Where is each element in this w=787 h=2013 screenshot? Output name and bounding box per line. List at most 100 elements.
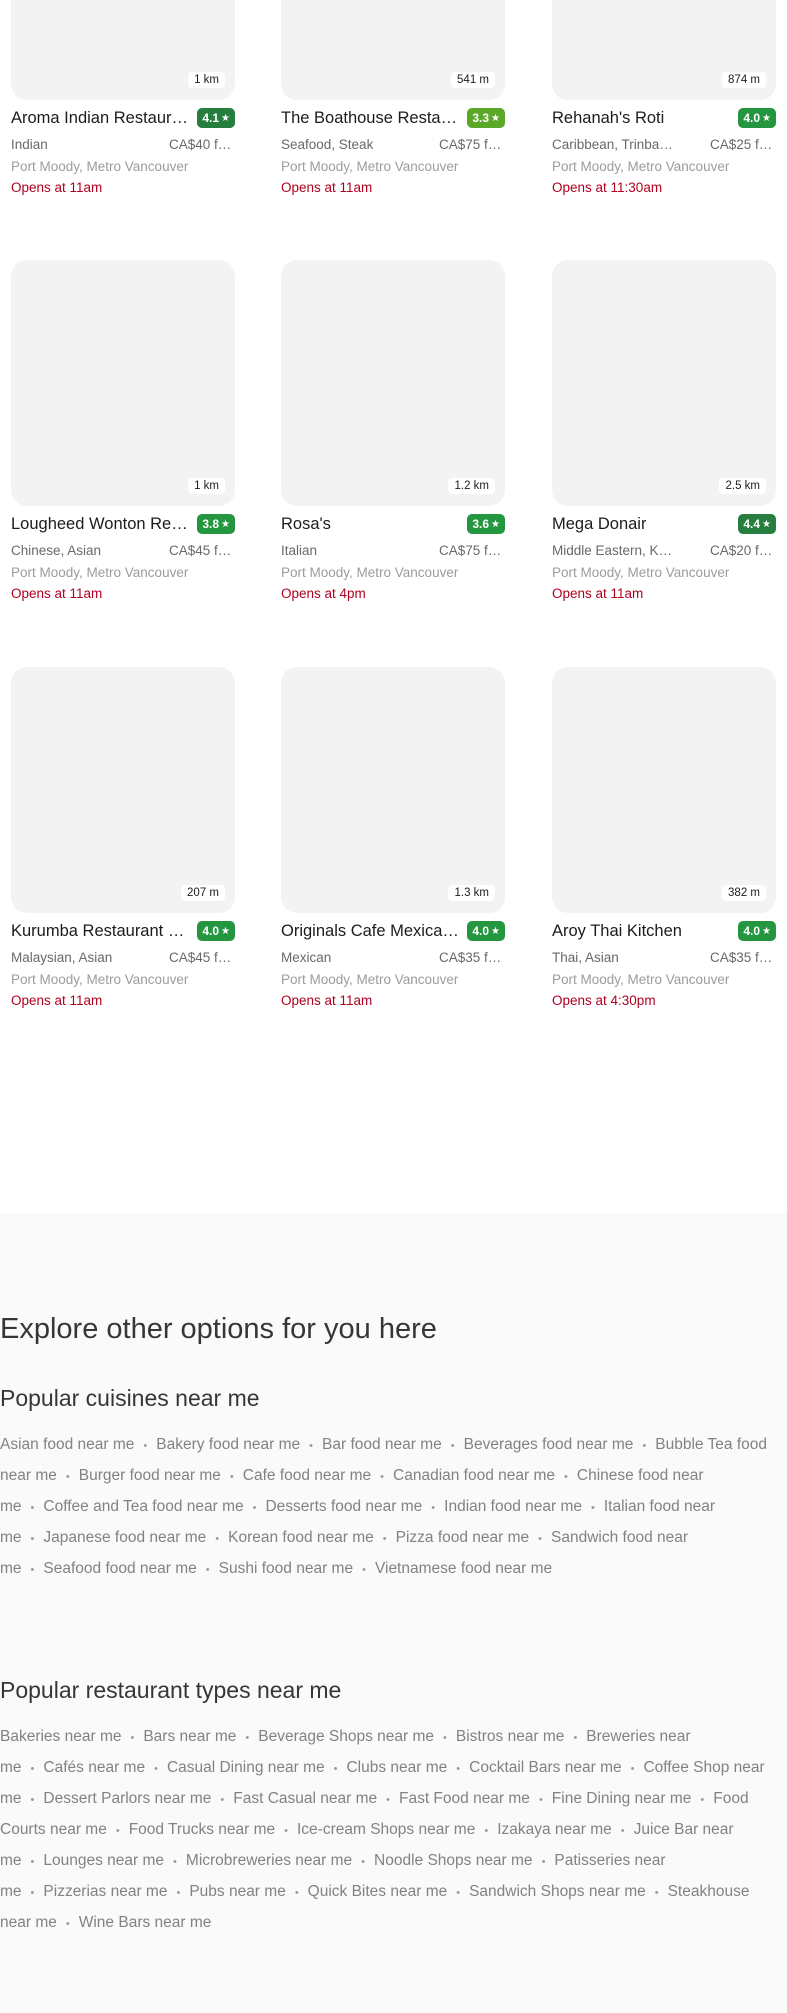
restaurant-type-link[interactable]: Sandwich Shops near me xyxy=(469,1883,646,1900)
restaurant-image[interactable]: 1 km xyxy=(11,0,235,100)
restaurant-type-link[interactable]: Microbreweries near me xyxy=(186,1852,352,1869)
rating-badge: 4.0 ★ xyxy=(738,921,776,941)
cuisine-link[interactable]: Cafe food near me xyxy=(243,1467,371,1484)
opening-time: Opens at 11am xyxy=(281,993,373,1008)
separator-dot: • xyxy=(284,1825,288,1837)
restaurant-name[interactable]: Rehanah's Roti xyxy=(552,109,664,128)
popular-cuisines-links: Asian food near me • Bakery food near me • B… xyxy=(0,1430,770,1585)
restaurant-type-link[interactable]: Pubs near me xyxy=(189,1883,286,1900)
cuisine-link[interactable]: Bakery food near me xyxy=(156,1436,300,1453)
separator-dot: • xyxy=(309,1440,314,1452)
restaurant-type-link[interactable]: Ice-cream Shops near me xyxy=(297,1821,475,1838)
restaurant-card[interactable]: 1 km Lougheed Wonton Restaurant 3.8★ Chines… xyxy=(11,260,235,601)
restaurant-type-link[interactable]: Fast Casual near me xyxy=(233,1790,377,1807)
restaurant-card[interactable]: 1 km Aroma Indian Restaurant 4.1 ★ Indian CA$… xyxy=(11,0,235,195)
restaurant-type-link[interactable]: Pizzerias near me xyxy=(43,1883,167,1900)
location-text: Port Moody, Metro Vancouver xyxy=(11,565,189,580)
cuisine-link[interactable]: Asian food near me xyxy=(0,1436,134,1453)
separator-dot: • xyxy=(538,1533,543,1545)
separator-dot: • xyxy=(252,1502,257,1514)
cuisine-link[interactable]: Canadian food near me xyxy=(393,1467,555,1484)
separator-dot: • xyxy=(362,1564,366,1576)
restaurant-type-link[interactable]: Casual Dining near me xyxy=(167,1759,325,1776)
opening-time: Opens at 11am xyxy=(11,180,103,195)
cuisine-link[interactable]: Seafood food near me xyxy=(43,1560,196,1577)
cuisine-link[interactable]: Burger food near me xyxy=(79,1467,221,1484)
cuisine-text: Chinese, Asian xyxy=(11,543,102,558)
cuisine-link[interactable]: Japanese food near me xyxy=(43,1529,206,1546)
restaurant-type-link[interactable]: Wine Bars near me xyxy=(79,1914,212,1931)
restaurant-image[interactable]: 207 m xyxy=(11,667,235,913)
price-text: CA$20 for two xyxy=(710,543,776,558)
restaurant-type-link[interactable]: Cocktail Bars near me xyxy=(469,1759,621,1776)
restaurant-card[interactable]: 874 m Rehanah's Roti 4.0 ★ Caribbean, Trinba… xyxy=(552,0,776,195)
cuisine-link[interactable]: Pizza food near me xyxy=(396,1529,530,1546)
star-icon: ★ xyxy=(762,518,771,530)
restaurant-name[interactable]: Aroy Thai Kitchen xyxy=(552,922,682,941)
restaurant-name[interactable]: Lougheed Wonton Restaurant xyxy=(11,515,189,534)
restaurant-card[interactable]: 1.3 km Originals Cafe Mexican Grill 4.0★ Me… xyxy=(281,667,505,1008)
cuisine-text: Italian xyxy=(281,543,318,558)
separator-dot: • xyxy=(220,1794,225,1806)
restaurant-image[interactable]: 2.5 km xyxy=(552,260,776,506)
separator-dot: • xyxy=(564,1471,568,1483)
restaurant-card[interactable]: 2.5 km Mega Donair 4.4 ★ Middle Eastern, Keb… xyxy=(552,260,776,601)
restaurant-image[interactable]: 1.2 km xyxy=(281,260,505,506)
cuisine-link[interactable]: Indian food near me xyxy=(444,1498,582,1515)
cuisine-link[interactable]: Sushi food near me xyxy=(219,1560,353,1577)
restaurant-name[interactable]: Originals Cafe Mexican Grill xyxy=(281,922,459,941)
restaurant-card[interactable]: 207 m Kurumba Restaurant and Bar 4.0★ Malay… xyxy=(11,667,235,1008)
cuisine-link[interactable]: Bar food near me xyxy=(322,1436,442,1453)
separator-dot: • xyxy=(229,1471,234,1483)
restaurant-card[interactable]: 1.2 km Rosa's 3.6★ Italian CA$75 for two Port… xyxy=(281,260,505,601)
restaurant-type-link[interactable]: Bistros near me xyxy=(456,1728,565,1745)
rating-value: 3.3 xyxy=(472,111,490,125)
restaurant-type-link[interactable]: Lounges near me xyxy=(43,1852,164,1869)
rating-badge: 3.6 ★ xyxy=(467,514,505,534)
restaurant-type-link[interactable]: Fine Dining near me xyxy=(552,1790,692,1807)
star-icon: ★ xyxy=(221,925,230,937)
cuisine-link[interactable]: Beverages food near me xyxy=(464,1436,634,1453)
restaurant-image[interactable]: 874 m xyxy=(552,0,776,100)
restaurant-type-link[interactable]: Fast Food near me xyxy=(399,1790,530,1807)
restaurant-type-link[interactable]: Clubs near me xyxy=(346,1759,447,1776)
restaurant-image[interactable]: 1.3 km xyxy=(281,667,505,913)
restaurant-name[interactable]: Aroma Indian Restaurant xyxy=(11,109,189,128)
separator-dot: • xyxy=(573,1732,578,1744)
opening-time: Opens at 11am xyxy=(11,586,103,601)
separator-dot: • xyxy=(65,1918,70,1930)
restaurant-type-link[interactable]: Bakeries near me xyxy=(0,1728,121,1745)
cuisine-link[interactable]: Korean food near me xyxy=(228,1529,374,1546)
separator-dot: • xyxy=(294,1887,299,1899)
restaurant-type-link[interactable]: Cafés near me xyxy=(43,1759,145,1776)
distance-badge: 207 m xyxy=(181,885,225,901)
distance-badge: 1 km xyxy=(188,478,225,494)
cuisine-link[interactable]: Desserts food near me xyxy=(265,1498,422,1515)
restaurant-name[interactable]: The Boathouse Restaurant xyxy=(281,109,459,128)
restaurant-image[interactable]: 382 m xyxy=(552,667,776,913)
restaurant-card[interactable]: 382 m Aroy Thai Kitchen 4.0 ★ Thai, Asian CA$… xyxy=(552,667,776,1008)
price-text: CA$45 for two xyxy=(169,543,235,558)
restaurant-type-link[interactable]: Food Trucks near me xyxy=(129,1821,275,1838)
restaurant-type-link[interactable]: Bars near me xyxy=(143,1728,236,1745)
price-text: CA$35 for two xyxy=(710,950,776,965)
restaurant-type-link[interactable]: Dessert Parlors near me xyxy=(43,1790,211,1807)
restaurant-type-link[interactable]: Izakaya near me xyxy=(497,1821,612,1838)
restaurant-name[interactable]: Mega Donair xyxy=(552,515,646,534)
restaurant-card[interactable]: 541 m The Boathouse Restaurant 3.3 ★ Seafood… xyxy=(281,0,505,195)
restaurant-type-link[interactable]: Beverage Shops near me xyxy=(258,1728,434,1745)
restaurant-image[interactable]: 541 m xyxy=(281,0,505,100)
cuisine-link[interactable]: Vietnamese food near me xyxy=(375,1560,552,1577)
location-text: Port Moody, Metro Vancouver xyxy=(281,159,459,174)
star-icon: ★ xyxy=(491,112,500,124)
restaurant-type-link[interactable]: Noodle Shops near me xyxy=(374,1852,533,1869)
restaurant-name[interactable]: Rosa's xyxy=(281,515,331,534)
star-icon: ★ xyxy=(221,518,230,530)
distance-badge: 1.2 km xyxy=(448,478,495,494)
distance-badge: 382 m xyxy=(722,885,766,901)
restaurant-type-link[interactable]: Quick Bites near me xyxy=(308,1883,448,1900)
restaurant-image[interactable]: 1 km xyxy=(11,260,235,506)
rating-badge: 4.1 ★ xyxy=(197,108,235,128)
restaurant-name[interactable]: Kurumba Restaurant and Bar xyxy=(11,922,189,941)
cuisine-link[interactable]: Coffee and Tea food near me xyxy=(43,1498,243,1515)
